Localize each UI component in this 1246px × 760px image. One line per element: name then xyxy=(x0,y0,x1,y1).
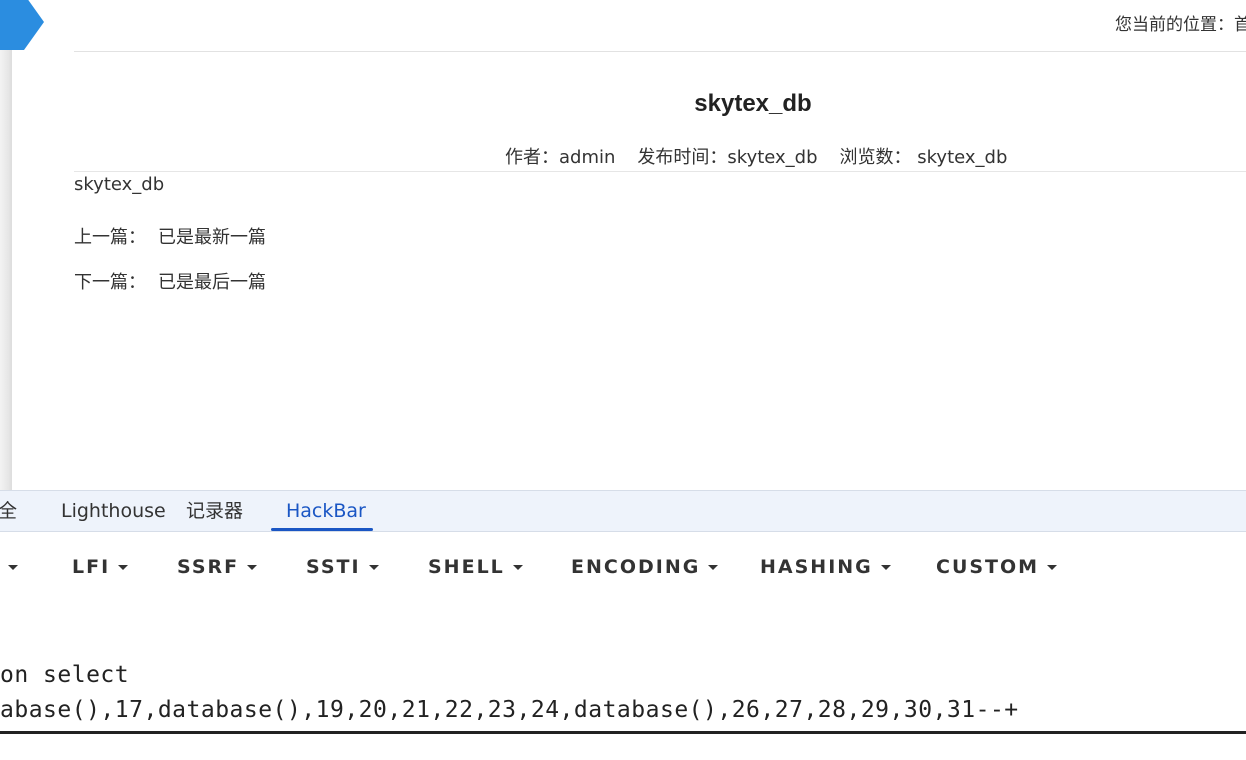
chevron-down-icon xyxy=(368,565,379,570)
menu-lfi[interactable]: LFI xyxy=(72,556,129,578)
url-textarea-line-2[interactable]: abase(),17,database(),19,20,21,22,23,24,… xyxy=(0,697,1019,723)
article-content: skytex_db xyxy=(74,174,165,195)
menu-shell[interactable]: SHELL xyxy=(428,556,523,578)
chevron-down-icon xyxy=(880,565,891,570)
next-value: 已是最后一篇 xyxy=(158,272,266,293)
active-tab-indicator xyxy=(271,528,373,531)
menu-label: CUSTOM xyxy=(936,556,1040,578)
chevron-down-icon xyxy=(512,565,523,570)
menu-label: HASHING xyxy=(760,556,873,578)
menu-ssrf[interactable]: SSRF xyxy=(177,556,258,578)
menu-label: ENCODING xyxy=(571,556,701,578)
breadcrumb: 您当前的位置：首 xyxy=(1115,15,1246,35)
blue-flag-icon xyxy=(0,0,44,50)
devtools-tabbar: 全 Lighthouse 记录器 HackBar xyxy=(0,490,1246,532)
chevron-down-icon xyxy=(118,565,129,570)
tab-recorder[interactable]: 记录器 xyxy=(186,491,243,531)
web-page: 您当前的位置：首 skytex_db 作者：admin 发布时间：skytex_d… xyxy=(0,0,1246,490)
textarea-bottom-border xyxy=(0,731,1246,734)
page-edge-shadow xyxy=(0,0,12,490)
next-label: 下一篇： xyxy=(74,272,146,293)
meta-publish-time: 发布时间：skytex_db xyxy=(637,147,818,168)
menu-custom[interactable]: CUSTOM xyxy=(936,556,1058,578)
menu-hashing[interactable]: HASHING xyxy=(760,556,891,578)
menu-label: SSTI xyxy=(306,556,361,578)
next-article[interactable]: 下一篇： 已是最后一篇 xyxy=(74,268,266,294)
menu-label: LFI xyxy=(72,556,111,578)
prev-article[interactable]: 上一篇： 已是最新一篇 xyxy=(74,223,266,249)
tab-lighthouse[interactable]: Lighthouse xyxy=(61,491,166,531)
url-textarea-line-1[interactable]: on select xyxy=(0,662,129,688)
chevron-down-icon xyxy=(8,565,18,570)
menu-truncated[interactable] xyxy=(0,556,18,578)
menu-encoding[interactable]: ENCODING xyxy=(571,556,719,578)
menu-label: SHELL xyxy=(428,556,505,578)
divider xyxy=(74,171,1246,172)
devtools-panel: 全 Lighthouse 记录器 HackBar LFI SSRF SSTI S… xyxy=(0,490,1246,760)
tab-hackbar[interactable]: HackBar xyxy=(286,491,366,531)
meta-author: 作者：admin xyxy=(505,147,616,168)
menu-ssti[interactable]: SSTI xyxy=(306,556,379,578)
article-meta: 作者：admin 发布时间：skytex_db 浏览数： skytex_db xyxy=(505,143,1029,169)
prev-label: 上一篇： xyxy=(74,227,146,248)
meta-views: 浏览数： skytex_db xyxy=(839,147,1008,168)
article-title: skytex_db xyxy=(694,90,812,117)
chevron-down-icon xyxy=(1047,565,1058,570)
chevron-down-icon xyxy=(708,565,719,570)
tab-security[interactable]: 全 xyxy=(0,491,17,531)
menu-label: SSRF xyxy=(177,556,240,578)
chevron-down-icon xyxy=(247,565,258,570)
divider xyxy=(74,51,1246,52)
prev-value: 已是最新一篇 xyxy=(158,227,266,248)
